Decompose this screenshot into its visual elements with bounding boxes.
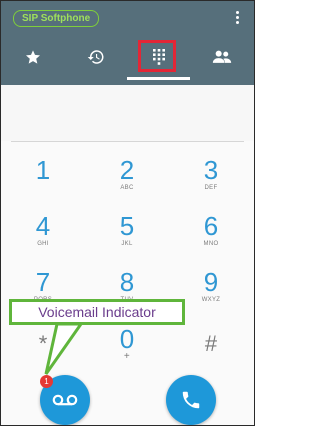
key-digit: * xyxy=(38,331,48,356)
key-digit: 3 xyxy=(203,155,219,185)
overflow-menu-icon[interactable] xyxy=(230,9,244,29)
tab-favorites[interactable] xyxy=(1,37,64,77)
key-6[interactable]: 6 MNO xyxy=(169,212,253,270)
key-letters: MNO xyxy=(203,241,219,247)
tab-contacts[interactable] xyxy=(190,37,253,77)
key-letters: + xyxy=(123,351,131,362)
key-4[interactable]: 4 GHI xyxy=(1,212,85,270)
key-digit: 6 xyxy=(203,211,219,241)
key-digit: 9 xyxy=(203,267,219,297)
history-icon xyxy=(87,50,103,64)
key-letters: JKL xyxy=(121,241,133,247)
key-digit: 5 xyxy=(119,211,135,241)
phone-frame: SIP Softphone 1 2 ABC 3 DEF 4 GHI 5 JKL … xyxy=(0,0,255,426)
key-0[interactable]: 0 + xyxy=(85,325,169,383)
divider xyxy=(11,141,244,142)
active-tab-indicator xyxy=(127,77,190,80)
contacts-icon xyxy=(212,50,231,63)
voicemail-badge: 1 xyxy=(40,375,53,388)
key-letters: DEF xyxy=(204,185,218,191)
key-digit: 4 xyxy=(35,211,51,241)
app-title: SIP Softphone xyxy=(13,10,100,27)
dialed-number-display[interactable] xyxy=(1,85,254,141)
key-digit: 1 xyxy=(35,155,51,185)
key-digit: # xyxy=(204,331,218,356)
tab-history[interactable] xyxy=(64,37,127,77)
star-icon xyxy=(25,50,40,64)
key-digit: 8 xyxy=(119,267,135,297)
call-button[interactable] xyxy=(166,375,216,425)
key-digit: 2 xyxy=(119,155,135,185)
key-3[interactable]: 3 DEF xyxy=(169,156,253,214)
callout-label: Voicemail Indicator xyxy=(38,304,156,320)
phone-icon xyxy=(182,391,200,409)
voicemail-callout: Voicemail Indicator xyxy=(9,299,185,325)
app-bar: SIP Softphone xyxy=(1,1,254,85)
key-2[interactable]: 2 ABC xyxy=(85,156,169,214)
key-1[interactable]: 1 xyxy=(1,156,85,214)
voicemail-icon xyxy=(52,394,78,406)
dialpad-tab-highlight xyxy=(138,40,176,72)
key-letters: GHI xyxy=(37,241,49,247)
key-letters: ABC xyxy=(120,185,134,191)
key-digit: 7 xyxy=(35,267,51,297)
key-digit: 0 xyxy=(119,324,135,354)
key-5[interactable]: 5 JKL xyxy=(85,212,169,270)
